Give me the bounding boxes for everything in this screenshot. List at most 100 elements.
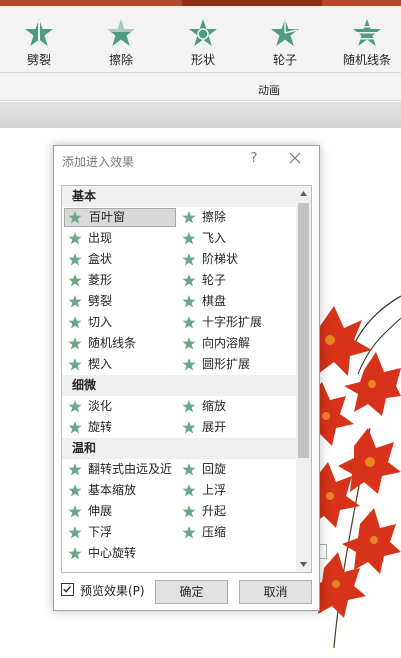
effect-star-icon xyxy=(182,484,196,497)
effect-row: 菱形 轮子 xyxy=(62,270,296,291)
effects-list-scrollbar[interactable] xyxy=(296,186,311,572)
effect-item-label: 旋转 xyxy=(88,420,113,434)
preview-checkbox[interactable] xyxy=(61,583,74,596)
effect-item[interactable]: 基本缩放 xyxy=(64,481,176,500)
effect-star-icon xyxy=(68,526,82,539)
effect-star-icon xyxy=(182,505,196,518)
effect-item-label: 飞入 xyxy=(202,231,227,245)
effect-item[interactable]: 展开 xyxy=(178,418,290,437)
effect-item[interactable]: 盒状 xyxy=(64,250,176,269)
effect-item[interactable]: 随机线条 xyxy=(64,334,176,353)
effect-wipe-button[interactable]: 擦除 xyxy=(90,18,152,68)
random-bars-star-icon xyxy=(353,19,381,46)
effect-row: 伸展 升起 xyxy=(62,501,296,522)
ok-button[interactable]: 确定 xyxy=(155,580,228,604)
effect-wheel-button[interactable]: 轮子 xyxy=(254,18,316,68)
effect-star-icon xyxy=(182,211,196,224)
effect-random-bars-label: 随机线条 xyxy=(342,53,391,67)
effect-row: 旋转 展开 xyxy=(62,417,296,438)
effect-item[interactable]: 圆形扩展 xyxy=(178,355,290,374)
effect-star-icon xyxy=(68,400,82,413)
effect-item[interactable]: 阶梯状 xyxy=(178,250,290,269)
effect-item-label: 出现 xyxy=(88,231,113,245)
effect-shape-button[interactable]: 形状 xyxy=(172,18,234,68)
effect-item-label: 楔入 xyxy=(88,357,113,371)
effect-row: 切入 十字形扩展 xyxy=(62,312,296,333)
effect-star-icon xyxy=(68,484,82,497)
ribbon-group-bar: 动画 xyxy=(0,73,401,101)
preview-label: 预览效果(P) xyxy=(80,584,145,598)
help-button[interactable]: ? xyxy=(247,151,261,166)
split-star-icon xyxy=(25,19,53,46)
effect-item[interactable]: 擦除 xyxy=(178,208,290,227)
effect-row: 基本缩放 上浮 xyxy=(62,480,296,501)
scroll-down-icon[interactable] xyxy=(296,557,311,572)
effect-item-label: 擦除 xyxy=(202,210,227,224)
scroll-up-icon[interactable] xyxy=(296,186,311,201)
effect-item-label: 随机线条 xyxy=(88,336,137,350)
effect-item[interactable]: 旋转 xyxy=(64,418,176,437)
effect-star-icon xyxy=(182,337,196,350)
effect-item-label: 棋盘 xyxy=(202,294,227,308)
effect-item-label: 菱形 xyxy=(88,273,113,287)
effect-item[interactable]: 下浮 xyxy=(64,523,176,542)
effect-star-icon xyxy=(68,232,82,245)
effect-item-label: 切入 xyxy=(88,315,113,329)
effect-star-icon xyxy=(182,463,196,476)
effect-item[interactable]: 劈裂 xyxy=(64,292,176,311)
effect-star-icon xyxy=(68,421,82,434)
effect-item-label: 翻转式由远及近 xyxy=(88,462,173,476)
effect-item-label: 下浮 xyxy=(88,525,113,539)
effect-star-icon xyxy=(68,211,82,224)
effect-item-label: 上浮 xyxy=(202,483,227,497)
effect-item[interactable]: 菱形 xyxy=(64,271,176,290)
effect-item[interactable]: 翻转式由远及近 xyxy=(64,460,176,479)
scrollbar-thumb[interactable] xyxy=(298,203,309,458)
effects-list[interactable]: 基本 百叶窗 擦除 出现 飞入 盒状 阶梯状 菱形 轮子 劈裂 棋盘 切入 十字形扩展 随机线条 向内溶解楔… xyxy=(61,185,312,573)
checkmark-icon xyxy=(63,586,71,593)
effect-item-label: 缩放 xyxy=(202,399,227,413)
effect-item[interactable]: 中心旋转 xyxy=(64,544,176,563)
effect-item[interactable]: 回旋 xyxy=(178,460,290,479)
effect-star-icon xyxy=(182,526,196,539)
dialog-title: 添加进入效果 xyxy=(62,155,135,169)
effect-star-icon xyxy=(68,295,82,308)
effect-row: 劈裂 棋盘 xyxy=(62,291,296,312)
effect-item[interactable]: 伸展 xyxy=(64,502,176,521)
effect-item[interactable]: 楔入 xyxy=(64,355,176,374)
effect-item[interactable]: 向内溶解 xyxy=(178,334,290,353)
effect-item[interactable]: 上浮 xyxy=(178,481,290,500)
effect-item[interactable]: 十字形扩展 xyxy=(178,313,290,332)
effect-star-icon xyxy=(182,274,196,287)
effect-row: 下浮 压缩 xyxy=(62,522,296,543)
effect-item[interactable]: 棋盘 xyxy=(178,292,290,311)
close-icon[interactable] xyxy=(288,151,302,165)
effect-item[interactable]: 切入 xyxy=(64,313,176,332)
effect-item-label: 百叶窗 xyxy=(89,210,126,224)
effect-star-icon xyxy=(68,274,82,287)
effect-item[interactable]: 淡化 xyxy=(64,397,176,416)
effect-item-label: 展开 xyxy=(202,420,227,434)
effect-random-bars-button[interactable]: 随机线条 xyxy=(336,18,398,68)
effect-item[interactable]: 压缩 xyxy=(178,523,290,542)
effect-item[interactable]: 轮子 xyxy=(178,271,290,290)
effect-item-label: 压缩 xyxy=(202,525,227,539)
effect-item[interactable]: 升起 xyxy=(178,502,290,521)
cancel-button[interactable]: 取消 xyxy=(239,580,312,604)
effect-star-icon xyxy=(68,253,82,266)
effect-star-icon xyxy=(68,316,82,329)
effect-split-button[interactable]: 劈裂 xyxy=(8,18,70,68)
effects-list-content: 基本 百叶窗 擦除 出现 飞入 盒状 阶梯状 菱形 轮子 劈裂 棋盘 切入 十字形扩展 随机线条 向内溶解楔… xyxy=(62,186,296,572)
animations-ribbon: 劈裂 擦除 形状 轮子 随机线条 xyxy=(0,6,401,72)
effect-item-label: 淡化 xyxy=(88,399,113,413)
effect-item[interactable]: 百叶窗 xyxy=(64,208,176,227)
effect-item[interactable]: 出现 xyxy=(64,229,176,248)
category-header: 细微 xyxy=(62,375,296,396)
effect-item[interactable]: 缩放 xyxy=(178,397,290,416)
effect-star-icon xyxy=(68,547,82,560)
effect-star-icon xyxy=(182,421,196,434)
effect-item-label: 轮子 xyxy=(202,273,227,287)
effect-row: 出现 飞入 xyxy=(62,228,296,249)
effect-item[interactable]: 飞入 xyxy=(178,229,290,248)
effect-item-label: 基本缩放 xyxy=(88,483,137,497)
